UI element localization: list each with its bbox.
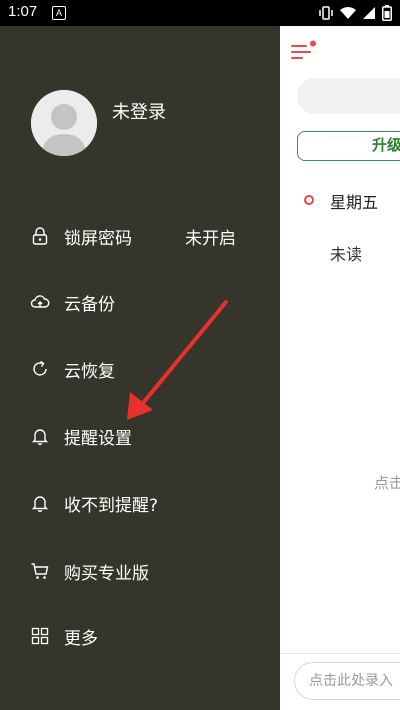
menu-item-label: 提醒设置 xyxy=(64,429,132,449)
wifi-icon xyxy=(340,7,356,19)
empty-hint: 点击 xyxy=(374,474,400,492)
menu-item-label: 云恢复 xyxy=(64,362,115,382)
bell-icon xyxy=(31,496,49,513)
signal-icon xyxy=(363,7,375,19)
cart-icon xyxy=(31,563,49,579)
status-time: 1:07 xyxy=(8,3,38,20)
menu-item-label: 锁屏密码 xyxy=(64,229,132,249)
lock-icon xyxy=(32,227,48,245)
menu-item-label: 更多 xyxy=(64,629,98,649)
grid-icon xyxy=(31,627,49,645)
bell-icon xyxy=(31,429,49,446)
notification-a-icon: A xyxy=(52,6,66,20)
battery-icon xyxy=(382,5,392,21)
day-label: 星期五 xyxy=(330,193,379,212)
menu-item-more[interactable]: 更多 xyxy=(0,611,280,661)
background-app: 升级 星期五 未读 点击 点击此处录入 xyxy=(280,26,400,710)
menu-icon[interactable] xyxy=(290,40,318,62)
day-indicator-dot xyxy=(304,195,314,205)
divider xyxy=(280,653,400,654)
person-icon xyxy=(31,90,97,156)
menu-item-label: 云备份 xyxy=(64,295,115,315)
login-label[interactable]: 未登录 xyxy=(112,98,166,124)
status-bar: 1:07 A xyxy=(0,0,400,26)
search-bar[interactable] xyxy=(297,78,400,114)
menu-item-label: 收不到提醒? xyxy=(64,496,159,516)
status-icons xyxy=(318,5,392,21)
quick-input[interactable]: 点击此处录入 xyxy=(294,662,400,700)
menu-item-cloud-restore[interactable]: 云恢复 xyxy=(0,344,280,394)
menu-item-cloud-backup[interactable]: 云备份 xyxy=(0,277,280,327)
cloud-upload-icon xyxy=(30,295,50,308)
upgrade-button[interactable]: 升级 xyxy=(297,131,400,161)
menu-item-label: 购买专业版 xyxy=(64,564,149,584)
refresh-icon xyxy=(33,360,47,376)
navigation-drawer: 未登录 锁屏密码 未开启 云备份 云恢复 提醒设置 收不到提醒? 购买专业版 更… xyxy=(0,26,280,710)
lock-status-value: 未开启 xyxy=(185,229,236,249)
vibrate-icon xyxy=(319,6,333,20)
menu-item-lock-password[interactable]: 锁屏密码 未开启 xyxy=(0,211,280,261)
unread-label[interactable]: 未读 xyxy=(330,241,362,265)
avatar[interactable] xyxy=(31,90,97,156)
menu-item-buy-pro[interactable]: 购买专业版 xyxy=(0,546,280,596)
menu-item-reminder-settings[interactable]: 提醒设置 xyxy=(0,411,280,461)
menu-item-no-reminder-help[interactable]: 收不到提醒? xyxy=(0,478,280,528)
